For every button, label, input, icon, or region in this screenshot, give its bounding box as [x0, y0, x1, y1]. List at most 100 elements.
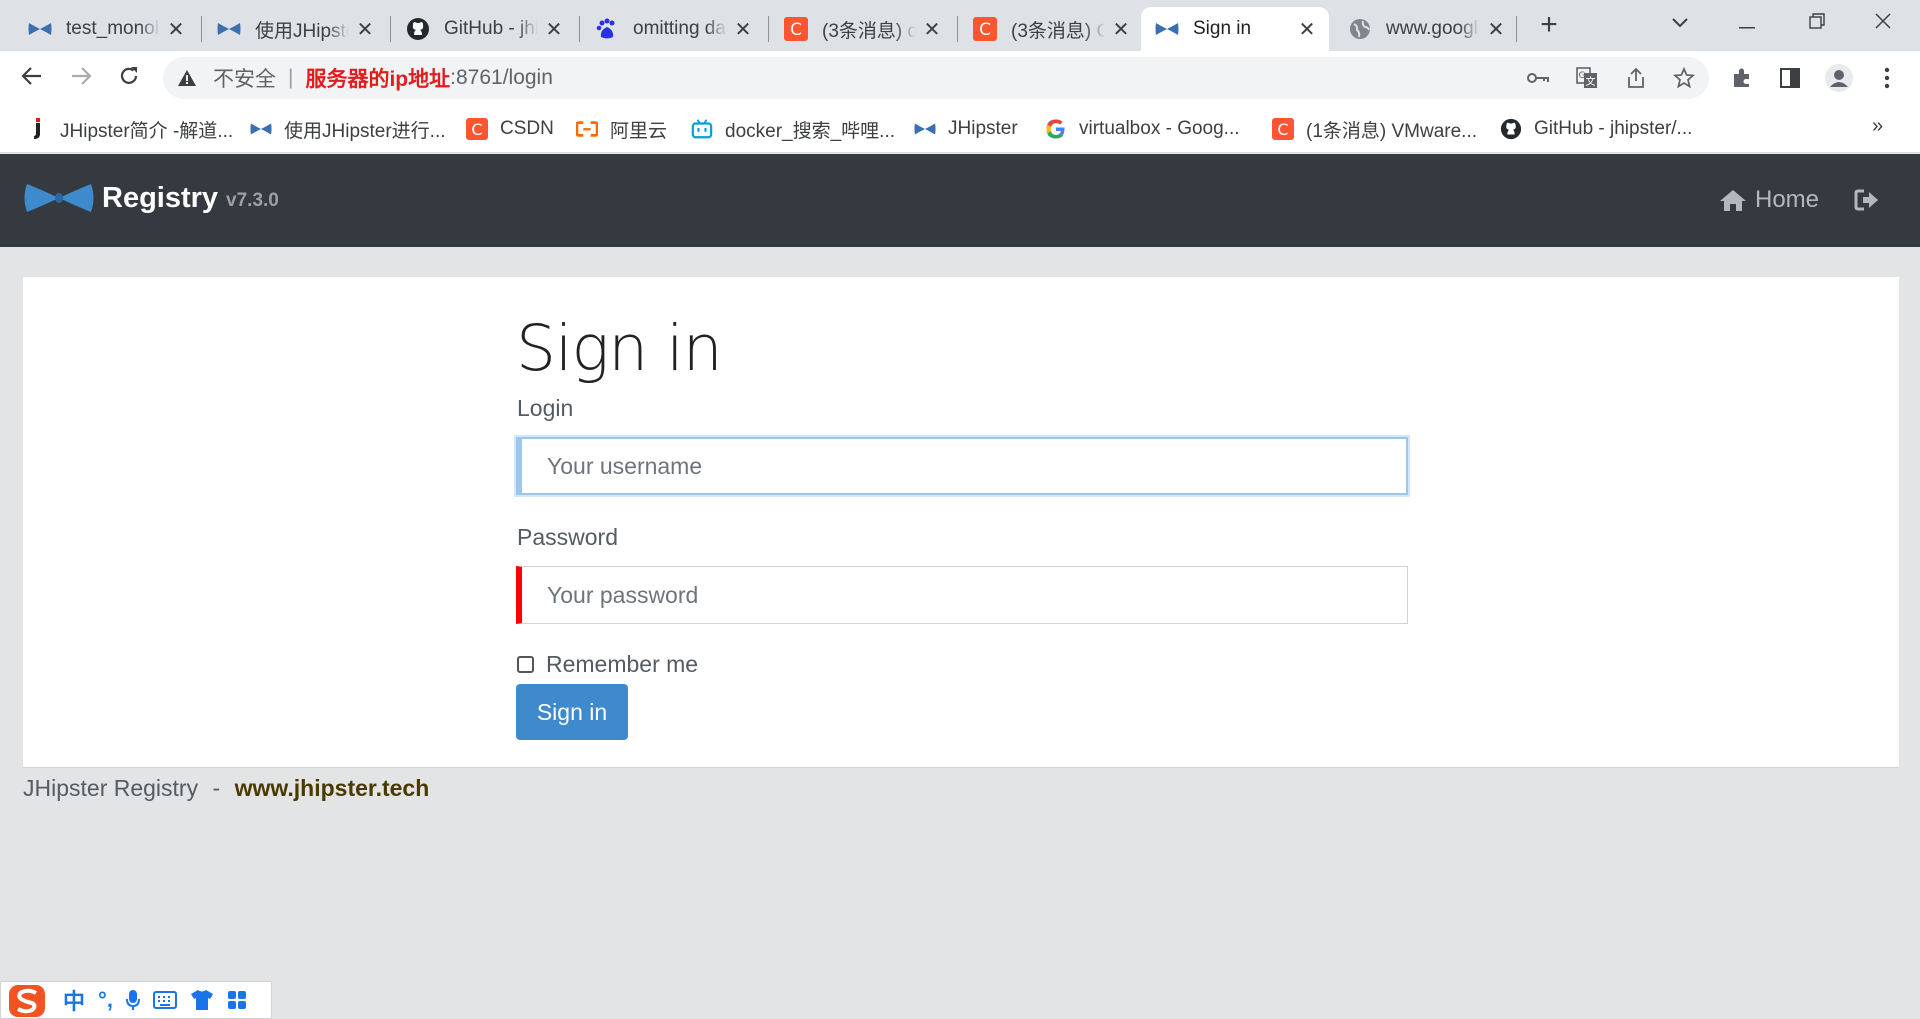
bookmark-item[interactable]: 使用JHipster进行... [250, 115, 446, 143]
bookmark-star-icon[interactable] [1671, 65, 1697, 91]
bookmark-item[interactable]: 阿里云 [576, 115, 667, 143]
password-label: Password [517, 524, 618, 550]
sign-out-button[interactable] [1854, 188, 1880, 217]
github-icon [406, 17, 430, 41]
close-tab-icon[interactable]: ✕ [733, 17, 753, 42]
login-label: Login [517, 395, 574, 421]
close-window-button[interactable] [1853, 4, 1913, 42]
footer-text: JHipster Registry [23, 775, 199, 801]
browser-tab[interactable]: www.google ✕ [1334, 7, 1518, 51]
jhipster-icon [1155, 17, 1179, 41]
menu-icon[interactable] [1872, 63, 1902, 93]
tab-separator [768, 16, 769, 42]
reload-button[interactable] [111, 60, 147, 96]
browser-toolbar: 不安全 | 服务器的ip地址 :8761/login 文G [0, 51, 1920, 105]
svg-text:C: C [790, 20, 802, 40]
ime-mode[interactable]: 中 [63, 984, 85, 1016]
browser-tab[interactable]: C (3条消息) CSDN ✕ [959, 7, 1143, 51]
bookmark-item[interactable]: JHipster [914, 115, 1018, 143]
bookmark-item[interactable]: GitHub - jhipster/... [1500, 115, 1692, 143]
close-tab-icon[interactable]: ✕ [544, 17, 564, 42]
restore-icon [1809, 13, 1825, 29]
key-icon[interactable] [1525, 65, 1551, 91]
app-navbar: Registry v7.3.0 Home [0, 154, 1920, 247]
share-icon[interactable] [1623, 65, 1649, 91]
close-tab-icon[interactable]: ✕ [1486, 17, 1506, 42]
csdn-icon: C [784, 17, 808, 41]
nav-home-link[interactable]: Home [1719, 186, 1819, 214]
github-icon [1500, 118, 1522, 140]
browser-tab-active[interactable]: Sign in ✕ [1141, 7, 1329, 51]
back-button[interactable] [14, 60, 50, 96]
close-tab-icon[interactable]: ✕ [922, 17, 942, 42]
footer-link[interactable]: www.jhipster.tech [235, 775, 430, 801]
tab-separator [1516, 16, 1517, 42]
svg-text:C: C [471, 120, 482, 139]
browser-tab-bar: test_monolith ✕ 使用JHipster进行 ✕ GitHub - … [0, 0, 1920, 51]
page-title: Sign in [516, 312, 723, 385]
nav-home-label: Home [1755, 186, 1820, 213]
browser-tab[interactable]: GitHub - jhipster ✕ [392, 7, 576, 51]
tab-separator [957, 16, 958, 42]
brand-link[interactable]: Registry v7.3.0 [24, 178, 279, 218]
remember-me-row: Remember me [517, 651, 698, 678]
remember-me-label[interactable]: Remember me [546, 651, 698, 678]
address-separator: | [288, 66, 294, 89]
translate-icon[interactable]: 文G [1574, 65, 1600, 91]
jhipster-icon [28, 17, 52, 41]
address-path: :8761/login [450, 66, 553, 89]
browser-tab[interactable]: omitting data ✕ [581, 7, 765, 51]
address-bar[interactable]: 不安全 | 服务器的ip地址 :8761/login 文G [163, 57, 1709, 99]
username-input[interactable]: Your username [516, 437, 1408, 495]
extensions-icon[interactable] [1727, 63, 1757, 93]
tab-separator [579, 16, 580, 42]
close-icon [1875, 13, 1891, 29]
forward-button[interactable] [63, 60, 99, 96]
bookmarks-more-button[interactable]: » [1872, 115, 1883, 138]
baidu-icon [595, 17, 619, 41]
sogou-icon[interactable] [7, 981, 51, 1019]
toolbox-icon[interactable] [227, 990, 247, 1010]
tab-search-button[interactable] [1650, 4, 1710, 42]
close-tab-icon[interactable]: ✕ [1297, 17, 1317, 42]
username-placeholder: Your username [547, 452, 703, 479]
svg-text:C: C [979, 20, 991, 40]
browser-tab[interactable]: C (3条消息) docker ✕ [770, 7, 954, 51]
jdon-icon [26, 118, 48, 140]
login-card: Sign in Login Your username Password You… [23, 277, 1899, 768]
address-host: 服务器的ip地址 [305, 68, 451, 91]
arrow-right-icon [72, 67, 92, 85]
bookmark-item[interactable]: docker_搜索_哔哩... [691, 115, 895, 143]
bookmark-item[interactable]: virtualbox - Goog... [1045, 115, 1240, 143]
minimize-button[interactable] [1717, 4, 1777, 42]
bookmark-item[interactable]: C (1条消息) VMware... [1272, 115, 1477, 143]
insecure-label: 不安全 [213, 68, 276, 91]
close-tab-icon[interactable]: ✕ [355, 17, 375, 42]
browser-tab[interactable]: 使用JHipster进行 ✕ [203, 7, 387, 51]
ime-toolbar: 中 °, [0, 981, 272, 1019]
tab-separator [390, 16, 391, 42]
warning-icon[interactable] [177, 69, 201, 87]
profile-avatar[interactable] [1824, 63, 1854, 93]
close-tab-icon[interactable]: ✕ [1111, 17, 1131, 42]
close-tab-icon[interactable]: ✕ [166, 17, 186, 42]
bookmark-item[interactable]: JHipster简介 -解道... [26, 115, 233, 143]
ime-punctuation[interactable]: °, [98, 987, 113, 1013]
new-tab-button[interactable]: + [1531, 8, 1567, 44]
password-input[interactable]: Your password [516, 566, 1408, 624]
csdn-icon: C [1272, 118, 1294, 140]
remember-me-checkbox[interactable] [517, 656, 534, 673]
restore-button[interactable] [1787, 4, 1847, 42]
side-panel-icon[interactable] [1775, 63, 1805, 93]
home-icon [1720, 190, 1746, 211]
bookmark-item[interactable]: C CSDN [466, 115, 554, 143]
keyboard-icon[interactable] [152, 991, 177, 1009]
browser-tab[interactable]: test_monolith ✕ [14, 7, 198, 51]
microphone-icon[interactable] [125, 989, 140, 1011]
tab-separator [201, 16, 202, 42]
sign-in-button[interactable]: Sign in [516, 684, 628, 740]
skin-icon[interactable] [190, 989, 214, 1011]
chevron-down-icon [1672, 18, 1688, 28]
svg-text:文: 文 [1586, 75, 1596, 88]
minimize-icon [1739, 27, 1755, 29]
